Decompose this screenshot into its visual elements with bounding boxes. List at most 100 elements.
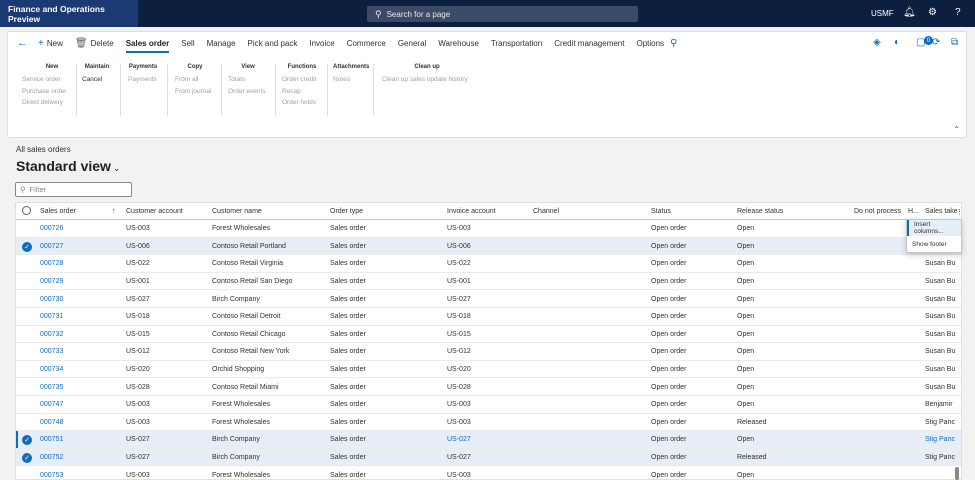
- view-selector[interactable]: Standard view ⌄: [16, 158, 120, 174]
- cell-status: Open order: [651, 348, 687, 356]
- page-search-box[interactable]: ⚲ Search for a page: [367, 6, 638, 22]
- company-picker[interactable]: USMF: [871, 9, 894, 18]
- cell-sales-order[interactable]: 000734: [40, 361, 110, 379]
- col-sales-taker[interactable]: Sales take: [925, 203, 957, 220]
- table-row[interactable]: 000732 US-015 Contoso Retail Chicago Sales …: [16, 326, 961, 344]
- table-row[interactable]: ✓ 000752 US-027 Birch Company Sales order US-…: [16, 448, 961, 467]
- table-row[interactable]: ✓ 000751 US-027 Birch Company Sales order US-…: [16, 431, 961, 449]
- new-button[interactable]: + New: [32, 32, 69, 54]
- col-channel[interactable]: Channel: [533, 203, 633, 220]
- col-status[interactable]: Status: [651, 203, 731, 220]
- tab-sell[interactable]: Sell: [175, 32, 200, 54]
- cell-sales-order[interactable]: 000747: [40, 396, 110, 414]
- order-holds-button[interactable]: Order holds: [282, 97, 322, 109]
- order-events-button[interactable]: Order events: [228, 86, 268, 98]
- table-row[interactable]: 000731 US-018 Contoso Retail Detroit Sales …: [16, 308, 961, 326]
- tab-manage[interactable]: Manage: [201, 32, 242, 54]
- notes-button[interactable]: Notes: [333, 74, 365, 86]
- table-row[interactable]: 000728 US-022 Contoso Retail Virginia Sales…: [16, 255, 961, 273]
- cell-sales-order[interactable]: 000730: [40, 290, 110, 308]
- service-order-button[interactable]: Service order: [22, 74, 82, 86]
- table-row[interactable]: 000747 US-003 Forest Wholesales Sales order…: [16, 396, 961, 414]
- tab-pick-and-pack[interactable]: Pick and pack: [242, 32, 304, 54]
- cell-sales-order[interactable]: 000752: [40, 449, 110, 467]
- table-row[interactable]: 000733 US-012 Contoso Retail New York Sales…: [16, 343, 961, 361]
- back-arrow-icon[interactable]: ←: [13, 37, 32, 49]
- table-row[interactable]: ✓ 000727 US-006 Contoso Retail Portland Sale…: [16, 237, 961, 256]
- row-selected-check-icon[interactable]: ✓: [22, 435, 32, 446]
- cell-sales-order[interactable]: 000751: [40, 431, 110, 449]
- filter-input[interactable]: ⚲ Filter: [15, 182, 132, 197]
- bell-icon[interactable]: 🔔︎: [903, 7, 916, 18]
- row-selected-check-icon[interactable]: ✓: [22, 241, 32, 252]
- direct-delivery-button[interactable]: Direct delivery: [22, 97, 82, 109]
- col-customer-name[interactable]: Customer name: [212, 203, 322, 220]
- copy-from-journal-button[interactable]: From journal: [175, 86, 215, 98]
- table-row[interactable]: 000729 US-001 Contoso Retail San Diego Sale…: [16, 273, 961, 291]
- cell-customer-account: US-003: [126, 225, 150, 233]
- purchase-order-button[interactable]: Purchase order: [22, 86, 82, 98]
- diamond-icon[interactable]: ◈: [873, 37, 881, 48]
- action-search-icon[interactable]: ⚲: [670, 38, 685, 49]
- show-footer-menu-item[interactable]: Show footer: [907, 236, 961, 252]
- group-separator: [76, 64, 77, 116]
- table-row[interactable]: 000735 US-028 Contoso Retail Miami Sales or…: [16, 378, 961, 396]
- delete-button[interactable]: 🗑︎ Delete: [69, 32, 120, 54]
- cell-release-status: Released: [737, 454, 767, 462]
- office-icon[interactable]: ◐: [894, 37, 900, 48]
- cell-sales-order[interactable]: 000727: [40, 238, 110, 256]
- refresh-icon[interactable]: ⟳: [932, 37, 940, 48]
- gear-icon[interactable]: ⚙︎: [928, 7, 937, 18]
- tab-options[interactable]: Options: [630, 32, 670, 54]
- cancel-button[interactable]: Cancel: [82, 74, 112, 86]
- column-options-icon[interactable]: ⋮: [956, 203, 961, 220]
- payments-button[interactable]: Payments: [128, 74, 158, 86]
- order-credit-button[interactable]: Order credit: [282, 74, 322, 86]
- tab-transportation[interactable]: Transportation: [485, 32, 548, 54]
- cell-invoice-account: US-027: [447, 295, 471, 303]
- cell-sales-order[interactable]: 000753: [40, 466, 110, 479]
- tab-sales-order[interactable]: Sales order: [120, 32, 176, 54]
- help-icon[interactable]: ?: [955, 7, 961, 18]
- cell-sales-order[interactable]: 000732: [40, 326, 110, 344]
- cell-sales-order[interactable]: 000731: [40, 308, 110, 326]
- insert-columns-menu-item[interactable]: Insert columns...: [907, 220, 961, 236]
- cell-sales-order[interactable]: 000735: [40, 378, 110, 396]
- copy-from-all-button[interactable]: From all: [175, 74, 215, 86]
- tab-warehouse[interactable]: Warehouse: [432, 32, 485, 54]
- recap-button[interactable]: Recap: [282, 86, 322, 98]
- tab-invoice[interactable]: Invoice: [303, 32, 340, 54]
- table-row[interactable]: 000734 US-020 Orchid Shopping Sales order US…: [16, 361, 961, 379]
- table-row[interactable]: 000748 US-003 Forest Wholesales Sales order…: [16, 414, 961, 432]
- cell-sales-order[interactable]: 000726: [40, 220, 110, 238]
- table-row[interactable]: 000753 US-003 Forest Wholesales Sales order…: [16, 466, 961, 479]
- col-do-not-process[interactable]: Do not process: [854, 203, 904, 220]
- col-h[interactable]: H...: [908, 203, 922, 220]
- totals-button[interactable]: Totals: [228, 74, 268, 86]
- cell-sales-order[interactable]: 000748: [40, 414, 110, 432]
- cell-sales-order[interactable]: 000729: [40, 273, 110, 291]
- cell-sales-order[interactable]: 000733: [40, 343, 110, 361]
- open-new-window-icon[interactable]: ⧉: [951, 37, 958, 48]
- cell-release-status: Open: [737, 436, 755, 444]
- vertical-scrollbar[interactable]: [955, 467, 959, 480]
- select-all-checkbox[interactable]: [22, 206, 31, 215]
- col-invoice-account[interactable]: Invoice account: [447, 203, 527, 220]
- col-customer-account[interactable]: Customer account: [126, 203, 206, 220]
- table-row[interactable]: 000726 US-003 Forest Wholesales Sales order…: [16, 220, 961, 238]
- clean-up-history-button[interactable]: Clean up sales update history: [382, 74, 472, 86]
- cell-customer-name: Contoso Retail San Diego: [212, 278, 293, 286]
- collapse-chevron-icon[interactable]: ⌃: [953, 125, 960, 134]
- tab-commerce[interactable]: Commerce: [341, 32, 392, 54]
- sort-arrow-up-icon[interactable]: ↑: [112, 203, 120, 220]
- cell-sales-order[interactable]: 000728: [40, 255, 110, 273]
- col-sales-order[interactable]: Sales order: [40, 203, 110, 220]
- cell-customer-account: US-003: [126, 471, 150, 479]
- table-row[interactable]: 000730 US-027 Birch Company Sales order US-0…: [16, 290, 961, 308]
- tab-general[interactable]: General: [392, 32, 432, 54]
- app-title[interactable]: Finance and Operations Preview: [0, 0, 138, 27]
- col-order-type[interactable]: Order type: [330, 203, 440, 220]
- col-release-status[interactable]: Release status: [737, 203, 847, 220]
- tab-credit-management[interactable]: Credit management: [548, 32, 630, 54]
- row-selected-check-icon[interactable]: ✓: [22, 452, 32, 463]
